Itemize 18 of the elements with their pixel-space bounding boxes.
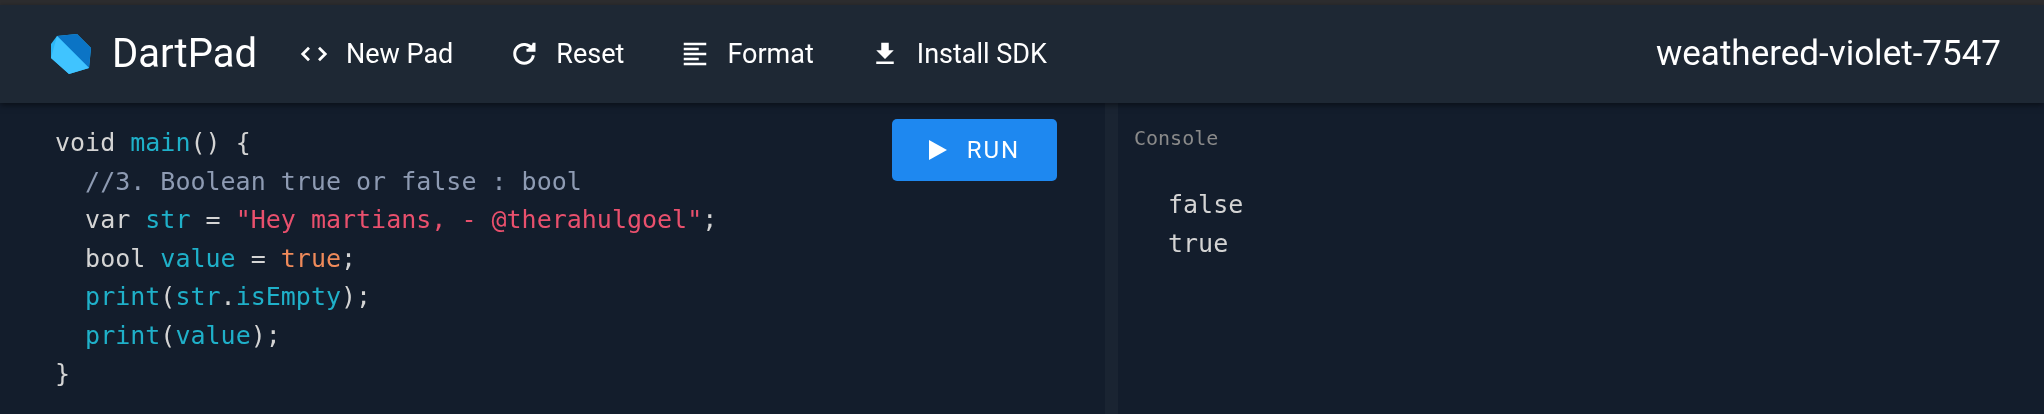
run-button[interactable]: RUN bbox=[892, 119, 1057, 181]
play-icon bbox=[928, 140, 947, 160]
code-line: print(value); bbox=[84, 319, 281, 352]
toolbar-button[interactable]: Reset bbox=[497, 25, 637, 83]
console-title: Console bbox=[1134, 125, 1220, 152]
code-line: bool value = true; bbox=[84, 242, 357, 275]
code-line: var str = "Hey martians, - @therahulgoel"; bbox=[84, 204, 718, 236]
app-title: DartPad bbox=[112, 29, 257, 79]
code-line: } bbox=[55, 358, 71, 390]
toolbar-button[interactable]: New Pad bbox=[286, 25, 466, 83]
code-line: print(str.isEmpty); bbox=[84, 281, 372, 313]
code-line: void main() { bbox=[55, 127, 251, 159]
console-output: true bbox=[1168, 228, 1230, 260]
console-output: false bbox=[1168, 189, 1245, 221]
toolbar-button[interactable]: Format bbox=[668, 25, 826, 83]
toolbar-button[interactable]: Install SDK bbox=[857, 25, 1060, 83]
pad-name: weathered-violet-7547 bbox=[1656, 31, 2001, 76]
code-line: //3. Boolean true or false : bool bbox=[84, 165, 582, 198]
